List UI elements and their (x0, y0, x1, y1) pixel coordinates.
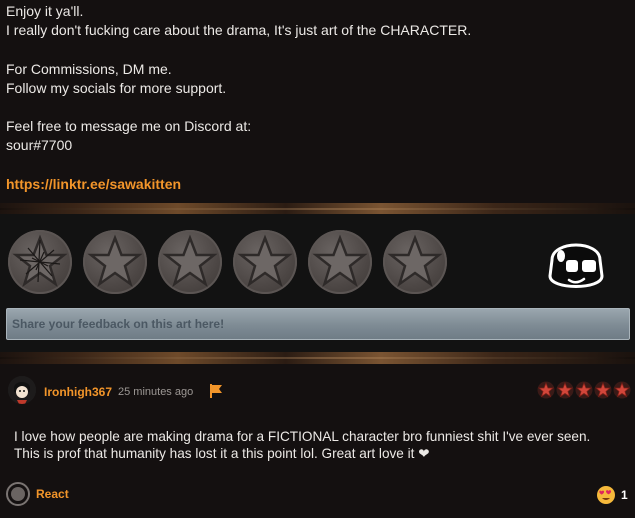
linktree-link[interactable]: https://linktr.ee/sawakitten (6, 176, 181, 192)
filled-star-icon (537, 381, 555, 399)
filled-star-icon (575, 381, 593, 399)
comment-username[interactable]: Ironhigh367 (44, 385, 112, 399)
art-description: Enjoy it ya'll. I really don't fucking c… (6, 2, 626, 194)
comment-body: I love how people are making drama for a… (14, 428, 624, 462)
description-line: Enjoy it ya'll. (6, 3, 84, 19)
star-circle-icon[interactable] (383, 230, 447, 294)
description-line: Feel free to message me on Discord at: (6, 118, 252, 135)
description-line (6, 40, 626, 59)
description-line: I really don't fucking care about the dr… (6, 22, 472, 39)
star-circle-icon[interactable] (8, 230, 72, 294)
rating-panel (0, 214, 635, 352)
comment-timestamp: 25 minutes ago (118, 386, 194, 398)
flag-icon[interactable] (208, 383, 224, 404)
star-rating-row (8, 230, 447, 294)
star-circle-icon[interactable] (83, 230, 147, 294)
avatar[interactable] (8, 376, 36, 404)
react-label: React (36, 487, 69, 501)
react-button[interactable]: React (6, 482, 69, 506)
comment-line: This is prof that humanity has lost it a… (14, 446, 430, 461)
filled-star-icon (556, 381, 574, 399)
react-icon (6, 482, 30, 506)
filled-star-icon (594, 381, 612, 399)
reaction-summary[interactable]: 1 (596, 485, 628, 505)
description-line (6, 98, 626, 117)
comment-rating-stars (537, 381, 631, 399)
comment-card: Ironhigh367 25 minutes ago I love how pe… (0, 366, 635, 518)
heart-eyes-emoji-icon (597, 486, 615, 504)
mascot-face-icon (542, 230, 610, 298)
feedback-input[interactable] (6, 308, 630, 340)
star-circle-icon[interactable] (308, 230, 372, 294)
section-divider-bottom (0, 352, 635, 364)
star-circle-icon[interactable] (158, 230, 222, 294)
description-line (6, 156, 626, 175)
star-circle-icon[interactable] (233, 230, 297, 294)
comment-line: I love how people are making drama for a… (14, 429, 591, 444)
filled-star-icon (613, 381, 631, 399)
description-line: For Commissions, DM me. (6, 60, 172, 77)
reaction-count: 1 (621, 488, 628, 502)
description-line: Follow my socials for more support. (6, 79, 227, 96)
description-line: sour#7700 (6, 137, 73, 154)
